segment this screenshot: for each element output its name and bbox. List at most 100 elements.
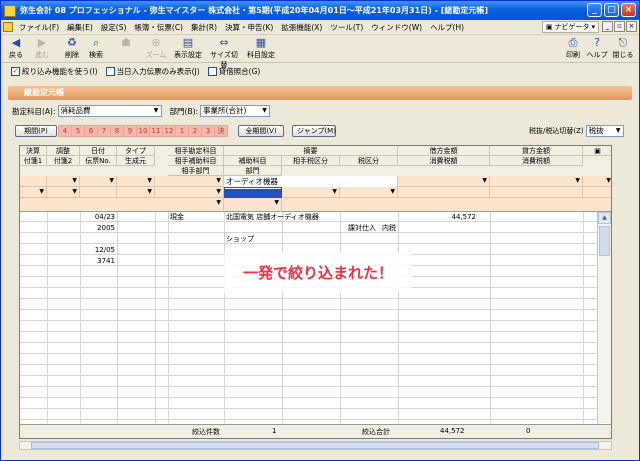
menu-settings[interactable]: 設定(S) bbox=[97, 22, 131, 33]
window-title: 弥生会計 08 プロフェッショナル - 弥生マイスター 株式会社・第5期(平成2… bbox=[20, 6, 489, 15]
table-row[interactable] bbox=[20, 399, 598, 409]
month-3[interactable]: 3 bbox=[201, 125, 215, 137]
month-5[interactable]: 5 bbox=[71, 125, 85, 137]
menu-window[interactable]: ウィンドウ(W) bbox=[367, 22, 426, 33]
mdi-close-button[interactable]: × bbox=[626, 21, 637, 32]
toolbar: ◀ 戻る ▶ 進む ♻ 削除 ⌕ 検索 ☗ ⊕ ズーム ▤ 表示設定 ⇔ サイズ切替 ▦ 科目設… bbox=[1, 35, 639, 69]
maximize-button[interactable]: □ bbox=[604, 3, 619, 17]
menu-help[interactable]: ヘルプ(H) bbox=[426, 22, 468, 33]
back-button[interactable]: ◀ 戻る bbox=[5, 37, 27, 60]
menu-settlement[interactable]: 決算・申告(K) bbox=[221, 22, 277, 33]
jump-button[interactable]: ジャンプ(M) bbox=[292, 125, 336, 137]
account-label: 勘定科目(A): bbox=[12, 106, 56, 116]
display-settings-button[interactable]: ▤ 表示設定 bbox=[173, 37, 203, 60]
chevron-down-icon: ▼ bbox=[274, 199, 279, 206]
chevron-down-icon: ▼ bbox=[72, 177, 77, 184]
month-4[interactable]: 4 bbox=[58, 125, 72, 137]
table-row[interactable] bbox=[20, 377, 598, 387]
table-row[interactable] bbox=[20, 311, 598, 321]
mdi-minimize-button[interactable]: _ bbox=[602, 21, 613, 32]
navigator-icon: ▣ bbox=[545, 23, 553, 31]
table-row[interactable] bbox=[20, 388, 598, 398]
col-credit: 貸方金額 bbox=[490, 146, 583, 156]
printer-icon: ⎙ bbox=[568, 36, 578, 49]
help-button[interactable]: ? ヘルプ bbox=[586, 37, 608, 60]
delete-button[interactable]: ♻ 削除 bbox=[61, 37, 83, 60]
month-1[interactable]: 1 bbox=[175, 125, 189, 137]
close-view-button[interactable]: ⎋ 閉じる bbox=[610, 37, 636, 60]
table-row[interactable] bbox=[20, 355, 598, 365]
table-row[interactable]: 2005 課対仕入 内税 bbox=[20, 223, 598, 233]
summary-filter-input[interactable]: オーディオ機器 bbox=[224, 176, 398, 187]
chevron-down-icon: ▼ bbox=[153, 107, 159, 114]
table-row[interactable] bbox=[20, 366, 598, 376]
forward-arrow-icon: ▶ bbox=[37, 36, 47, 49]
close-button[interactable]: × bbox=[621, 3, 636, 17]
mdi-restore-button[interactable]: ▫ bbox=[614, 21, 625, 32]
month-9[interactable]: 9 bbox=[123, 125, 137, 137]
menu-tools[interactable]: ツール(T) bbox=[326, 22, 367, 33]
account-settings-button[interactable]: ▦ 科目設定 bbox=[245, 37, 277, 60]
table-row[interactable] bbox=[20, 333, 598, 343]
grid-footer: 絞込件数 1 絞込合計 44,572 0 bbox=[20, 424, 611, 438]
menu-aggregate[interactable]: 集計(R) bbox=[187, 22, 221, 33]
print-button[interactable]: ⎙ 印刷 bbox=[562, 37, 584, 60]
chevron-down-icon: ▼ bbox=[147, 188, 152, 195]
dept-select[interactable]: 事業所(合計) ▼ bbox=[200, 105, 271, 117]
menu-extension[interactable]: 拡張機能(X) bbox=[277, 22, 326, 33]
grid-settings-icon[interactable]: ▣ bbox=[583, 146, 611, 156]
all-period-button[interactable]: 全期間(V) bbox=[238, 125, 284, 137]
month-11[interactable]: 11 bbox=[149, 125, 163, 137]
month-8[interactable]: 8 bbox=[110, 125, 124, 137]
month-10[interactable]: 10 bbox=[136, 125, 150, 137]
month-6[interactable]: 6 bbox=[84, 125, 98, 137]
grid-header: 決算 調整 日付 タイプ 相手勘定科目 摘要 借方金額 貸方金額 ▣ 付箋1 付… bbox=[20, 146, 611, 176]
vertical-scrollbar[interactable]: ▲ bbox=[597, 212, 611, 423]
col-closing: 決算 bbox=[20, 146, 47, 156]
annotation-overlay: 一発で絞り込まれた！ bbox=[224, 253, 412, 293]
chevron-down-icon: ▼ bbox=[39, 188, 44, 195]
balance-match-checkbox[interactable]: 貸借照合(G) bbox=[207, 66, 260, 77]
tax-switch-select[interactable]: 税抜 ▼ bbox=[585, 125, 624, 137]
filter-checkbox[interactable]: ✓ 絞り込み機能を使う(I) bbox=[11, 66, 98, 77]
period-button[interactable]: 期間(P) bbox=[15, 125, 57, 137]
table-row[interactable] bbox=[20, 322, 598, 332]
chevron-down-icon: ▼ bbox=[575, 177, 580, 184]
menu-books[interactable]: 帳簿・伝票(C) bbox=[130, 22, 187, 33]
table-row[interactable] bbox=[20, 410, 598, 420]
month-12[interactable]: 12 bbox=[162, 125, 176, 137]
tax-switch-row: 税抜/税込切替(Z) 税抜 ▼ bbox=[529, 125, 624, 137]
sub-account-filter[interactable] bbox=[224, 187, 282, 198]
table-row[interactable]: ショップ bbox=[20, 234, 598, 244]
chevron-down-icon: ▼ bbox=[72, 188, 77, 195]
chevron-down-icon: ▼ bbox=[147, 177, 152, 184]
col-partner-account: 相手勘定科目 bbox=[168, 146, 224, 156]
horizontal-scrollbar[interactable] bbox=[19, 441, 612, 450]
hscroll-thumb[interactable] bbox=[31, 442, 599, 449]
panel-title: 総勘定元帳 bbox=[8, 86, 632, 100]
table-row[interactable]: 04/23 現金 北国電気 店舗オーディオ機器 44,572 bbox=[20, 212, 598, 222]
app-window: 弥生会計 08 プロフェッショナル - 弥生マイスター 株式会社・第5期(平成2… bbox=[0, 0, 640, 461]
zoom-button[interactable]: ⊕ ズーム bbox=[145, 37, 167, 60]
filter-input-row-3: ▼ ▼ bbox=[20, 198, 611, 212]
scroll-up-icon[interactable]: ▲ bbox=[598, 212, 611, 224]
navigator-button[interactable]: ▣ ナビゲータ ▾ bbox=[541, 21, 599, 33]
table-row[interactable] bbox=[20, 344, 598, 354]
filter-input-row: ▼ ▼ ▼ ▼ オーディオ機器 ▼ ▼ ▼ bbox=[20, 176, 611, 187]
search-button[interactable]: ⌕ 検索 bbox=[85, 37, 107, 60]
chevron-down-icon: ▼ bbox=[482, 177, 487, 184]
col-type: タイプ bbox=[117, 146, 155, 156]
scroll-thumb[interactable] bbox=[599, 226, 610, 256]
today-only-checkbox[interactable]: 当日入力伝票のみ表示(J) bbox=[105, 66, 200, 77]
minimize-button[interactable]: _ bbox=[587, 3, 602, 17]
menu-file[interactable]: ファイル(F) bbox=[15, 22, 63, 33]
month-7[interactable]: 7 bbox=[97, 125, 111, 137]
table-row[interactable] bbox=[20, 300, 598, 310]
month-2[interactable]: 2 bbox=[188, 125, 202, 137]
forward-button[interactable]: ▶ 進む bbox=[31, 37, 53, 60]
month-closing[interactable]: 決 bbox=[214, 125, 228, 137]
app-icon bbox=[4, 4, 16, 17]
account-select[interactable]: 消耗品費 ▼ bbox=[57, 105, 162, 117]
menu-edit[interactable]: 編集(E) bbox=[63, 22, 97, 33]
toolbar-button-4[interactable]: ☗ bbox=[115, 37, 137, 50]
